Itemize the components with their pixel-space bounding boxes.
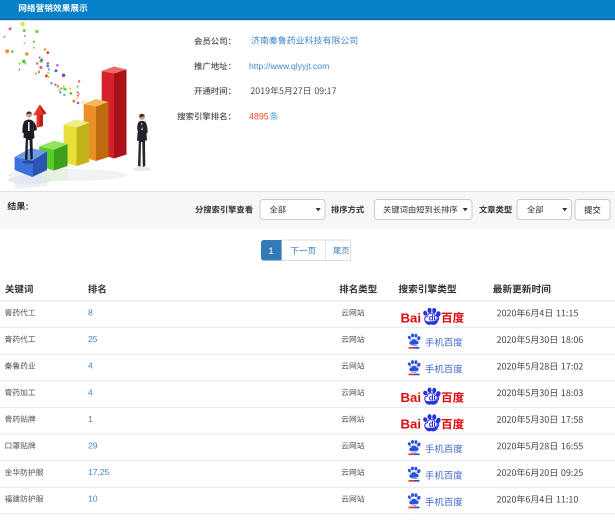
svg-text:4: 4 (88, 361, 93, 371)
svg-text:http://www.qlyyjt.com: http://www.qlyyjt.com (249, 61, 329, 71)
svg-text:4895: 4895 (249, 111, 269, 121)
svg-text:25: 25 (88, 334, 98, 344)
svg-text:17,25: 17,25 (88, 467, 110, 477)
svg-text:10: 10 (88, 494, 98, 504)
svg-text:4: 4 (88, 387, 93, 397)
svg-text:29: 29 (88, 441, 98, 451)
svg-text:Bai: Bai (401, 390, 422, 405)
svg-text::: : (26, 201, 29, 211)
svg-text:Bai: Bai (401, 310, 422, 325)
svg-text:Bai: Bai (401, 417, 422, 432)
svg-text:8: 8 (88, 308, 93, 318)
svg-text:du: du (429, 394, 439, 403)
svg-text:1: 1 (88, 414, 93, 424)
svg-text:du: du (429, 420, 439, 429)
svg-text:du: du (429, 314, 439, 323)
svg-text:1: 1 (268, 246, 273, 257)
